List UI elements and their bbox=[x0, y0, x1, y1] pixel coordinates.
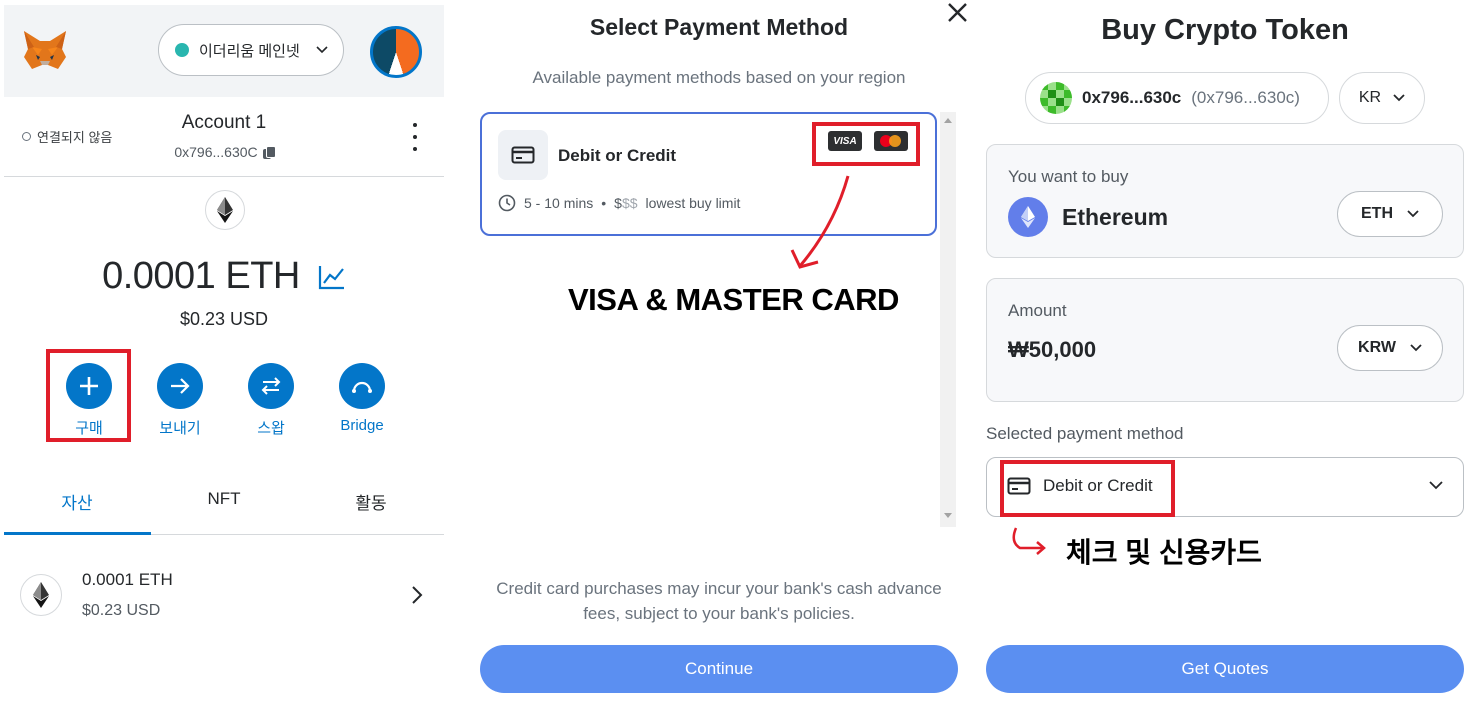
swap-label: 스왑 bbox=[257, 420, 285, 437]
tab-nft[interactable]: NFT bbox=[151, 489, 297, 509]
payment-cost-active: $ bbox=[614, 195, 622, 211]
payment-option-meta: 5 - 10 mins • $$$ lowest buy limit bbox=[498, 194, 740, 212]
bridge-button[interactable]: Bridge bbox=[327, 363, 397, 434]
arrow-right-icon bbox=[157, 363, 203, 409]
get-quotes-button[interactable]: Get Quotes bbox=[986, 645, 1464, 693]
bridge-icon bbox=[339, 363, 385, 409]
chevron-down-icon bbox=[316, 46, 328, 54]
token-name: Ethereum bbox=[1062, 203, 1169, 230]
account-address-paren: (0x796...630c) bbox=[1191, 88, 1300, 107]
chevron-down-icon bbox=[1407, 210, 1419, 218]
bullet-separator: • bbox=[601, 195, 607, 211]
scroll-down-icon[interactable] bbox=[940, 508, 956, 522]
amount-label: Amount bbox=[1008, 301, 1067, 320]
page-title: Select Payment Method bbox=[589, 14, 849, 40]
swap-icon bbox=[248, 363, 294, 409]
bridge-label: Bridge bbox=[340, 417, 384, 434]
card-logos-highlight-box bbox=[812, 122, 920, 166]
metamask-fox-icon[interactable] bbox=[22, 29, 68, 73]
divider bbox=[4, 176, 444, 177]
continue-button[interactable]: Continue bbox=[480, 645, 958, 693]
active-tab-indicator bbox=[4, 532, 151, 535]
balance-display: 0.0001 ETH bbox=[44, 255, 404, 298]
account-address-short: 0x796...630c bbox=[1082, 88, 1182, 107]
asset-row-eth[interactable]: 0.0001 ETH $0.23 USD bbox=[4, 555, 444, 635]
tab-assets[interactable]: 자산 bbox=[4, 489, 150, 514]
region-selector[interactable]: KR bbox=[1339, 72, 1425, 124]
ethereum-logo-icon bbox=[20, 574, 62, 616]
annotation-arrow-icon bbox=[1012, 527, 1046, 555]
connection-status[interactable]: 연결되지 않음 bbox=[22, 127, 112, 146]
send-button[interactable]: 보내기 bbox=[145, 363, 215, 438]
copy-icon[interactable] bbox=[262, 145, 276, 159]
chevron-down-icon bbox=[1429, 481, 1443, 490]
swap-button[interactable]: 스왑 bbox=[236, 363, 306, 438]
currency-selector[interactable]: KRW bbox=[1337, 325, 1443, 371]
network-name: 이더리움 메인넷 bbox=[199, 42, 300, 60]
network-status-dot bbox=[175, 43, 189, 57]
account-address[interactable]: 0x796...630C bbox=[124, 144, 324, 160]
payment-limit: lowest buy limit bbox=[645, 195, 741, 211]
send-label: 보내기 bbox=[159, 420, 201, 437]
account-avatar[interactable] bbox=[370, 26, 422, 78]
amount-input[interactable]: ₩50,000 bbox=[1008, 337, 1096, 363]
chevron-right-icon[interactable] bbox=[410, 585, 424, 605]
balance-amount: 0.0001 ETH bbox=[102, 255, 300, 297]
token-display: Ethereum bbox=[1008, 197, 1168, 237]
region-code: KR bbox=[1358, 89, 1382, 106]
amount-box: Amount ₩50,000 KRW bbox=[986, 278, 1464, 402]
account-avatar-icon bbox=[1040, 82, 1072, 114]
ethereum-logo-icon bbox=[1008, 197, 1048, 237]
page-subtitle: Available payment methods based on your … bbox=[532, 68, 906, 87]
account-selector[interactable]: 0x796...630c (0x796...630c) bbox=[1025, 72, 1329, 124]
ethereum-logo-icon bbox=[205, 190, 245, 230]
network-selector[interactable]: 이더리움 메인넷 bbox=[158, 24, 344, 76]
currency-code: KRW bbox=[1358, 339, 1396, 356]
asset-fiat: $0.23 USD bbox=[82, 602, 161, 619]
chevron-down-icon bbox=[1393, 94, 1405, 102]
connection-status-label: 연결되지 않음 bbox=[37, 130, 113, 145]
payment-cost-inactive: $$ bbox=[621, 195, 638, 211]
tab-activity[interactable]: 활동 bbox=[298, 489, 444, 514]
payment-option-name: Debit or Credit bbox=[558, 146, 677, 165]
credit-card-icon bbox=[498, 130, 548, 180]
chevron-down-icon bbox=[1410, 344, 1422, 352]
close-icon[interactable] bbox=[944, 0, 972, 28]
token-selector[interactable]: ETH bbox=[1337, 191, 1443, 237]
account-address-text: 0x796...630C bbox=[174, 144, 258, 160]
account-name[interactable]: Account 1 bbox=[124, 112, 324, 134]
balance-fiat: $0.23 USD bbox=[179, 309, 269, 329]
payment-cost: $$$ bbox=[614, 195, 637, 211]
token-select-box: You want to buy Ethereum ETH bbox=[986, 144, 1464, 258]
selected-payment-label: Selected payment method bbox=[986, 424, 1184, 443]
annotation-arrow-icon bbox=[790, 175, 850, 269]
portfolio-chart-icon[interactable] bbox=[318, 264, 346, 290]
disconnected-dot-icon bbox=[22, 132, 31, 141]
fee-notice: Credit card purchases may incur your ban… bbox=[496, 579, 942, 623]
payment-method-highlight-box bbox=[1000, 460, 1175, 517]
annotation-visa-master: VISA & MASTER CARD bbox=[568, 282, 899, 317]
buy-crypto-panel: Buy Crypto Token 0x796...630c (0x796...6… bbox=[986, 0, 1477, 705]
account-options-menu-icon[interactable] bbox=[408, 123, 422, 151]
asset-amount: 0.0001 ETH bbox=[82, 570, 173, 589]
scrollbar[interactable] bbox=[940, 112, 956, 527]
scroll-up-icon[interactable] bbox=[940, 114, 956, 128]
want-to-buy-label: You want to buy bbox=[1008, 167, 1129, 186]
payment-method-panel: Select Payment Method Available payment … bbox=[470, 0, 968, 705]
wallet-panel: 이더리움 메인넷 연결되지 않음 Account 1 0x796...630C … bbox=[4, 5, 444, 705]
buy-highlight-box bbox=[46, 349, 131, 442]
clock-icon bbox=[498, 194, 516, 212]
token-symbol: ETH bbox=[1361, 205, 1393, 222]
page-title: Buy Crypto Token bbox=[1101, 14, 1349, 46]
annotation-check-credit-card: 체크 및 신용카드 bbox=[1066, 537, 1262, 568]
payment-time: 5 - 10 mins bbox=[524, 195, 594, 211]
